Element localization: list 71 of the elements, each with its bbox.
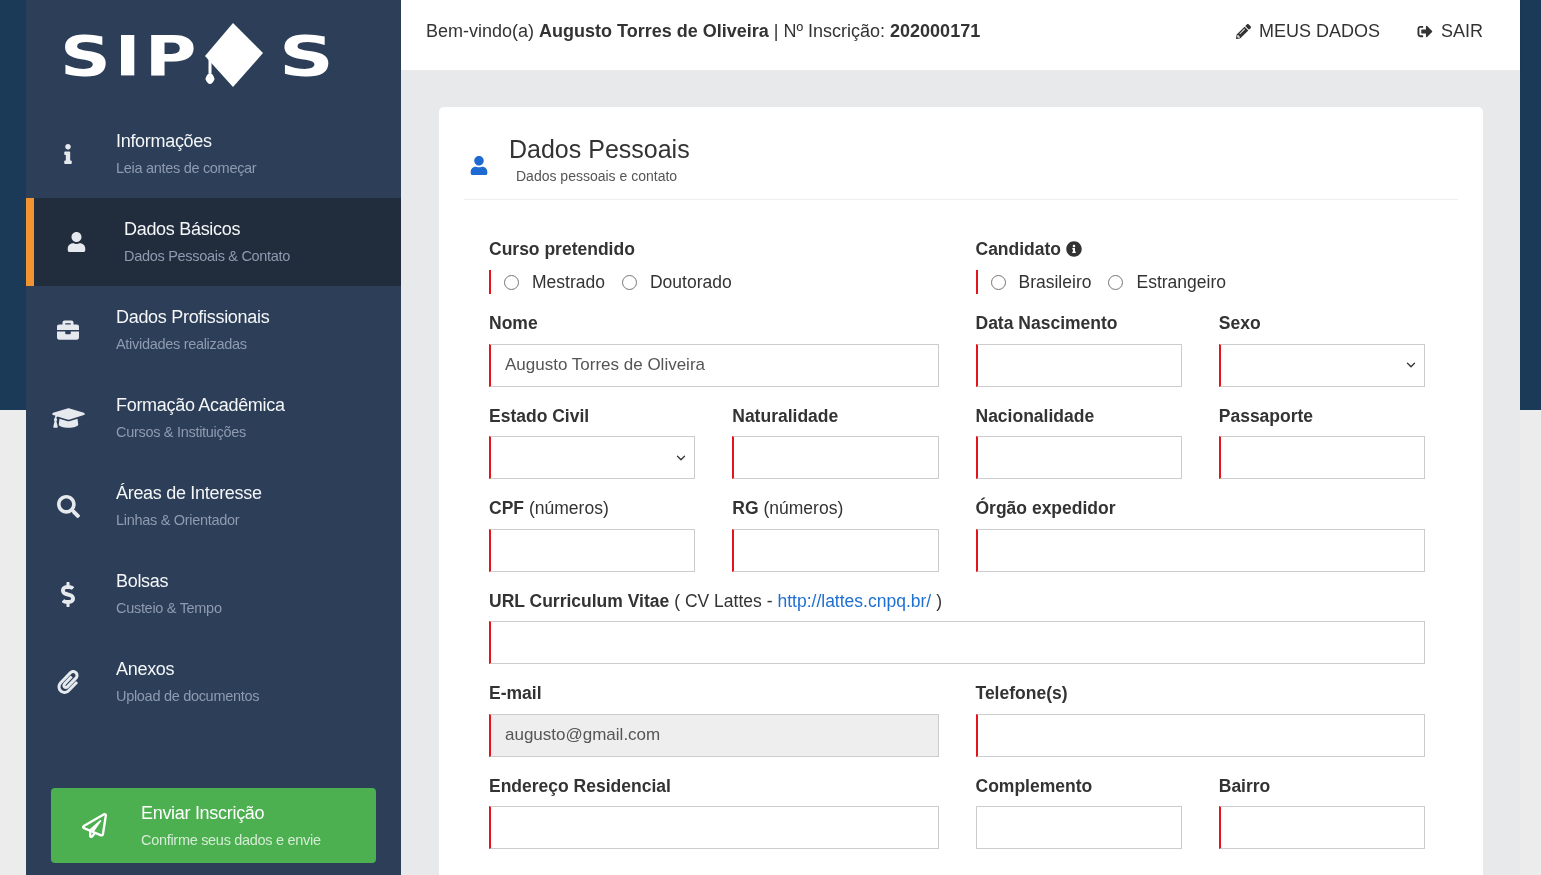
field-label: Órgão expedidor (975, 496, 1116, 521)
user-icon (470, 155, 488, 175)
field-label: Sexo (1218, 312, 1261, 336)
radio-button[interactable] (621, 274, 637, 290)
input-field[interactable] (489, 621, 1425, 664)
dollar-icon (61, 581, 75, 607)
input-field[interactable] (975, 713, 1425, 757)
label-hint: ( CV Lattes - (674, 589, 773, 613)
input-field[interactable]: Augusto Torres de Oliveira (489, 343, 939, 387)
info-icon (63, 144, 73, 164)
sidebar-item[interactable]: Dados Básicos Dados Pessoais & Contato (26, 198, 401, 286)
field-label: Passaporte (1218, 404, 1314, 428)
input-field[interactable] (732, 528, 939, 572)
briefcase-icon (55, 319, 81, 341)
graduation-cap-icon (51, 405, 85, 431)
user-icon (66, 232, 86, 252)
logout-button[interactable]: SAIR (1417, 17, 1483, 45)
sidebar-item[interactable]: Anexos Upload de documentos (26, 638, 401, 726)
field-label: Bairro (1218, 774, 1271, 798)
radio-button[interactable] (990, 274, 1006, 290)
sidebar-item[interactable]: Bolsas Custeio & Tempo (26, 550, 401, 638)
profile-button[interactable]: MEUS DADOS (1235, 17, 1380, 45)
field-label: Nome (489, 312, 538, 336)
field-label: Telefone(s) (975, 682, 1068, 706)
input-field[interactable] (975, 528, 1425, 572)
select-field[interactable] (1218, 343, 1425, 387)
field-label: CPF (489, 497, 524, 521)
paper-plane-icon (81, 813, 107, 838)
input-field[interactable] (732, 436, 939, 479)
sign-out-icon (1417, 23, 1433, 39)
input-field[interactable] (489, 528, 696, 572)
field-label: Naturalidade (732, 404, 839, 428)
input-field[interactable] (975, 436, 1182, 479)
field-label: Estado Civil (489, 404, 590, 428)
search-icon (56, 494, 80, 518)
input-field[interactable] (975, 806, 1182, 849)
field-label: Endereço Residencial (489, 774, 671, 798)
radio-label[interactable]: Brasileiro (1018, 270, 1092, 294)
field-label: URL Curriculum Vitae (489, 589, 670, 613)
card-subtitle: Dados pessoais e contato (516, 167, 679, 185)
field-label: Data Nascimento (975, 312, 1118, 336)
label-hint: (números) (529, 497, 609, 521)
field-label: Nacionalidade (975, 404, 1095, 428)
logo-text: SIP (60, 27, 201, 85)
sidebar-item[interactable]: Dados Profissionais Atividades realizadas (26, 286, 401, 374)
field-label: RG (732, 497, 759, 521)
input-field[interactable] (975, 343, 1182, 387)
radio-button[interactable] (1108, 274, 1124, 290)
field-label: Curso pretendido (489, 237, 635, 261)
field-label: E-mail (489, 682, 542, 706)
radio-label[interactable]: Mestrado (532, 270, 605, 294)
card-title: Dados Pessoais (509, 135, 690, 163)
radio-label[interactable]: Estrangeiro (1136, 270, 1226, 294)
radio-label[interactable]: Doutorado (649, 270, 732, 294)
input-field[interactable] (1218, 806, 1425, 849)
paperclip-icon (57, 670, 79, 694)
input-field[interactable] (1218, 436, 1425, 479)
logo-text: S (279, 27, 335, 85)
welcome-text: Bem-vindo(a) Augusto Torres de Oliveira | Nº Inscrição: 202000171 (426, 19, 981, 43)
pencil-icon (1235, 23, 1251, 39)
field-label: Complemento (975, 774, 1093, 798)
sidebar-item[interactable]: Informações Leia antes de começar (26, 110, 401, 198)
label-hint: (números) (763, 497, 844, 521)
sidebar-item[interactable]: Formação Acadêmica Cursos & Instituições (26, 374, 401, 462)
select-field[interactable] (489, 436, 696, 479)
radio-button[interactable] (504, 274, 519, 290)
label-hint: ) (936, 589, 942, 613)
lattes-link[interactable]: http://lattes.cnpq.br/ (777, 587, 932, 615)
input-field[interactable] (489, 806, 939, 849)
field-label: Candidato (975, 237, 1062, 261)
sidebar-item[interactable]: Áreas de Interesse Linhas & Orientador (26, 462, 401, 550)
